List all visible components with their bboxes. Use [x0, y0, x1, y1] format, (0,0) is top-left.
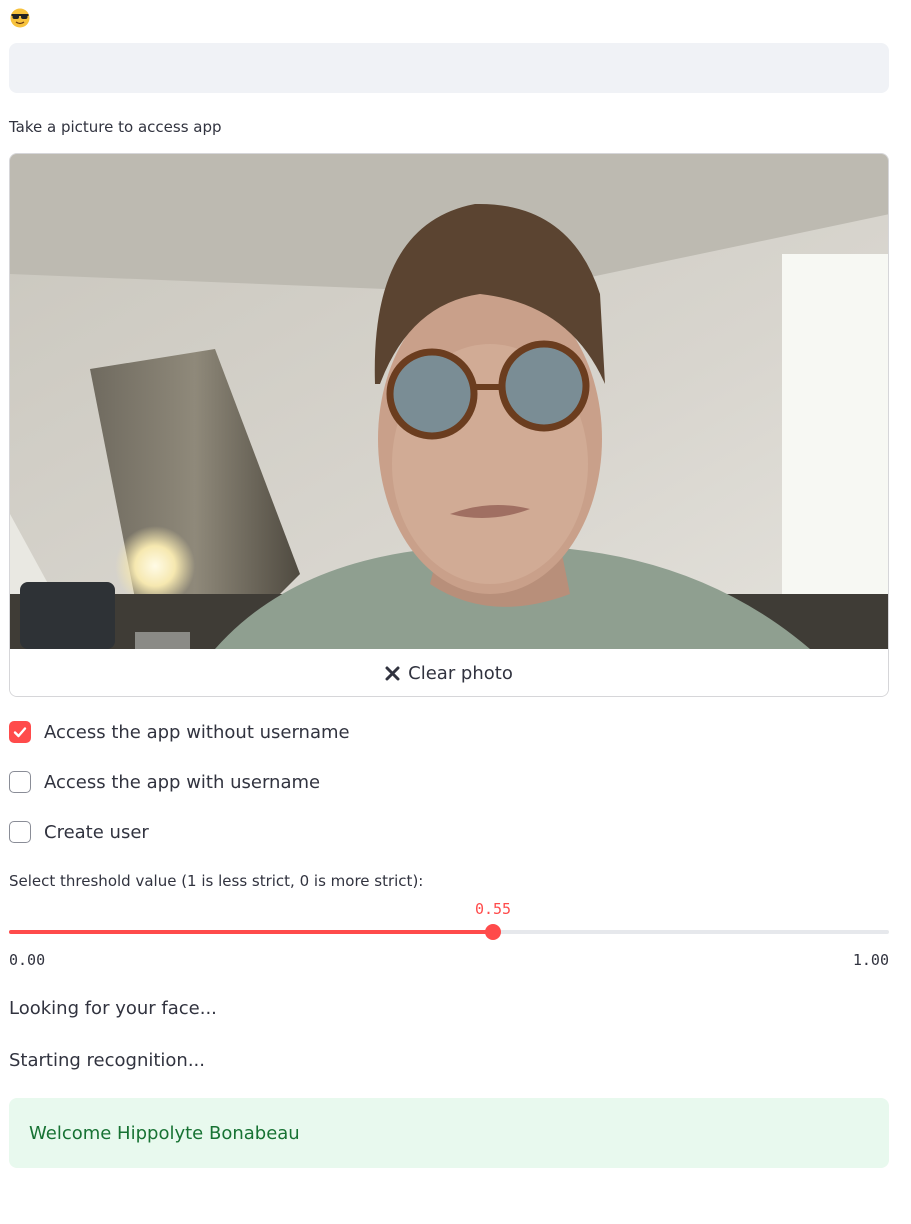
- camera-input-label: Take a picture to access app: [9, 118, 222, 136]
- slider-fill: [9, 930, 493, 934]
- checkbox-box[interactable]: [9, 821, 31, 843]
- checkbox-label: Access the app with username: [44, 771, 321, 793]
- slider-thumb[interactable]: [485, 924, 501, 940]
- success-alert-text: Welcome Hippolyte Bonabeau: [29, 1122, 300, 1144]
- close-icon: [385, 666, 400, 680]
- captured-photo: [10, 154, 888, 649]
- slider-max-label: 1.00: [852, 951, 889, 969]
- checkbox-label: Create user: [44, 821, 149, 843]
- clear-photo-button[interactable]: Clear photo: [10, 649, 888, 696]
- slider-min-label: 0.00: [9, 951, 46, 969]
- status-text-recognition: Starting recognition...: [9, 1050, 205, 1071]
- clear-photo-label: Clear photo: [408, 662, 513, 684]
- checkbox-label: Access the app without username: [44, 721, 350, 743]
- text-input[interactable]: [9, 43, 889, 93]
- camera-input: Clear photo: [9, 153, 889, 697]
- checkbox-access-without-username[interactable]: Access the app without username: [9, 719, 350, 745]
- slider-current-value: 0.55: [474, 900, 512, 918]
- checkbox-box-checked[interactable]: [9, 721, 31, 743]
- status-text-looking: Looking for your face...: [9, 998, 217, 1019]
- threshold-slider-label: Select threshold value (1 is less strict…: [9, 872, 424, 890]
- threshold-slider-track[interactable]: [9, 924, 889, 940]
- checkbox-access-with-username[interactable]: Access the app with username: [9, 769, 320, 795]
- checkbox-create-user[interactable]: Create user: [9, 819, 149, 845]
- success-alert: Welcome Hippolyte Bonabeau: [9, 1098, 889, 1168]
- sunglasses-face-icon: [10, 8, 30, 28]
- check-icon: [13, 727, 27, 738]
- checkbox-box[interactable]: [9, 771, 31, 793]
- app-page: Take a picture to access app Clear photo…: [0, 0, 911, 1224]
